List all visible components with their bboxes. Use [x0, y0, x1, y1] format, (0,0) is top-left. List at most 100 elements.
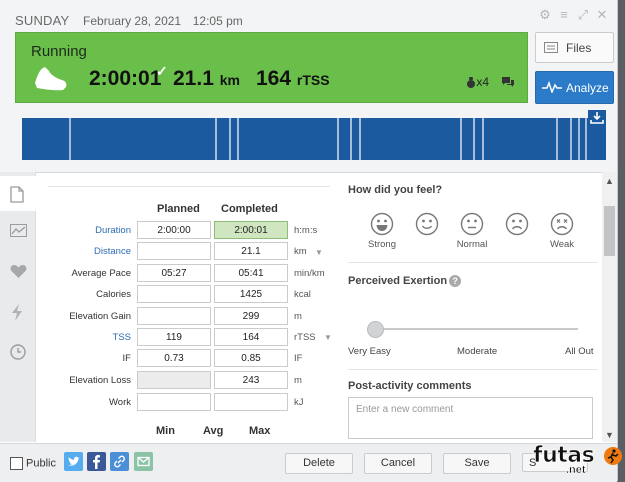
if-label: IF [122, 353, 131, 364]
elevation-loss-planned [137, 371, 211, 389]
elevation-gain-completed[interactable]: 299 [214, 307, 288, 325]
planned-header: Planned [157, 203, 200, 215]
elevation-loss-label: Elevation Loss [69, 375, 131, 386]
elevation-loss-completed[interactable]: 243 [214, 371, 288, 389]
cancel-button[interactable]: Cancel [364, 453, 432, 474]
pace-completed[interactable]: 05:41 [214, 264, 288, 282]
analyze-button[interactable]: Analyze [535, 71, 614, 104]
face-weak-icon[interactable] [550, 212, 574, 236]
tss-label[interactable]: TSS [48, 332, 131, 343]
download-icon[interactable] [588, 110, 606, 131]
public-checkbox[interactable] [10, 457, 23, 470]
window-controls: ⚙ ≡ ⤢ ✕ [538, 8, 609, 22]
min-header: Min [156, 425, 175, 437]
distance-unit-label: km [294, 246, 307, 257]
distance-value: 21.1 [173, 67, 214, 90]
distance-completed[interactable]: 21.1 [214, 242, 288, 260]
pulse-icon [542, 80, 562, 96]
save-button[interactable]: Save [443, 453, 511, 474]
twitter-icon[interactable] [64, 452, 83, 471]
files-label: Files [566, 41, 592, 55]
feel-title: How did you feel? [348, 184, 443, 196]
scrollbar[interactable]: ▲ ▼ [602, 172, 617, 442]
calories-label: Calories [96, 289, 131, 300]
dialog-footer: Public Delete Cancel Save S [0, 443, 617, 482]
feel-strong-label: Strong [368, 239, 396, 250]
tss-planned[interactable]: 119 [137, 328, 211, 346]
check-icon: ✓ [156, 63, 168, 79]
multiplier-badge: x4 [466, 75, 489, 89]
calories-planned[interactable] [137, 285, 211, 303]
tss-display: 164 rTSS [256, 67, 330, 91]
tab-graph[interactable] [0, 214, 35, 249]
email-icon[interactable] [134, 452, 153, 471]
exertion-slider-track[interactable] [373, 328, 578, 330]
if-completed[interactable]: 0.85 [214, 349, 288, 367]
comment-input[interactable]: Enter a new comment [348, 397, 593, 439]
face-normal-icon[interactable] [460, 212, 484, 236]
menu-icon[interactable]: ≡ [557, 8, 571, 22]
duration-label[interactable]: Duration [48, 225, 131, 236]
close-icon[interactable]: ✕ [595, 8, 609, 22]
work-planned[interactable] [137, 393, 211, 411]
exertion-low-label: Very Easy [348, 346, 391, 357]
files-icon [544, 42, 558, 56]
chart-icon [10, 224, 27, 237]
distance-unit-caret[interactable]: ▼ [315, 248, 323, 257]
comments-title: Post-activity comments [348, 380, 472, 392]
if-planned[interactable]: 0.73 [137, 349, 211, 367]
tab-power[interactable] [0, 294, 35, 329]
work-unit: kJ [294, 397, 304, 408]
duration-completed[interactable]: 2:00:01 [214, 221, 288, 239]
duration-planned[interactable]: 2:00:00 [137, 221, 211, 239]
duration-unit: h:m:s [294, 225, 318, 236]
running-shoe-icon [32, 65, 68, 98]
exertion-mid-label: Moderate [457, 346, 498, 357]
document-icon [10, 186, 24, 203]
face-strong-icon[interactable] [370, 212, 394, 236]
elevation-gain-planned[interactable] [137, 307, 211, 325]
lightning-icon [12, 304, 22, 321]
weight-icon [467, 77, 476, 88]
calories-unit: kcal [294, 289, 311, 300]
workout-dialog: SUNDAY February 28, 2021 12:05 pm ⚙ ≡ ⤢ … [0, 0, 618, 482]
workout-graph[interactable] [22, 112, 606, 160]
elevation-gain-label: Elevation Gain [69, 311, 131, 322]
distance-display: 21.1 km [173, 67, 240, 91]
gear-icon[interactable]: ⚙ [538, 8, 552, 22]
files-button[interactable]: Files [535, 32, 614, 63]
exertion-title-text: Perceived Exertion [348, 275, 448, 287]
time-text: 12:05 pm [192, 14, 243, 28]
exertion-slider-handle[interactable] [367, 321, 384, 338]
help-icon[interactable]: ? [449, 275, 462, 288]
tss-unit-caret[interactable]: ▼ [324, 333, 332, 342]
work-label: Work [109, 397, 131, 408]
link-icon[interactable] [110, 452, 129, 471]
tab-summary[interactable] [0, 176, 36, 211]
tss-completed[interactable]: 164 [214, 328, 288, 346]
facebook-icon[interactable] [87, 452, 106, 471]
chat-icon[interactable] [501, 75, 515, 93]
exertion-high-label: All Out [565, 346, 594, 357]
feel-weak-label: Weak [549, 239, 575, 250]
tab-heart[interactable] [0, 254, 35, 289]
comment-placeholder: Enter a new comment [356, 404, 454, 415]
side-tabs [0, 172, 36, 442]
pace-planned[interactable]: 05:27 [137, 264, 211, 282]
face-good-icon[interactable] [415, 212, 439, 236]
tab-time[interactable] [0, 334, 35, 369]
face-bad-icon[interactable] [505, 212, 529, 236]
scroll-thumb[interactable] [604, 206, 615, 256]
workout-summary-header: SUNDAY February 28, 2021 12:05 pm ⚙ ≡ ⤢ … [0, 0, 617, 173]
calories-completed[interactable]: 1425 [214, 285, 288, 303]
distance-label[interactable]: Distance [48, 246, 131, 257]
scroll-down-icon[interactable]: ▼ [605, 430, 614, 440]
distance-planned[interactable] [137, 242, 211, 260]
work-completed[interactable] [214, 393, 288, 411]
public-toggle[interactable]: Public [10, 457, 56, 470]
expand-icon[interactable]: ⤢ [576, 8, 590, 22]
delete-button[interactable]: Delete [285, 453, 353, 474]
elevation-gain-unit: m [294, 311, 302, 322]
scroll-up-icon[interactable]: ▲ [605, 176, 614, 186]
graph-area [22, 118, 606, 160]
